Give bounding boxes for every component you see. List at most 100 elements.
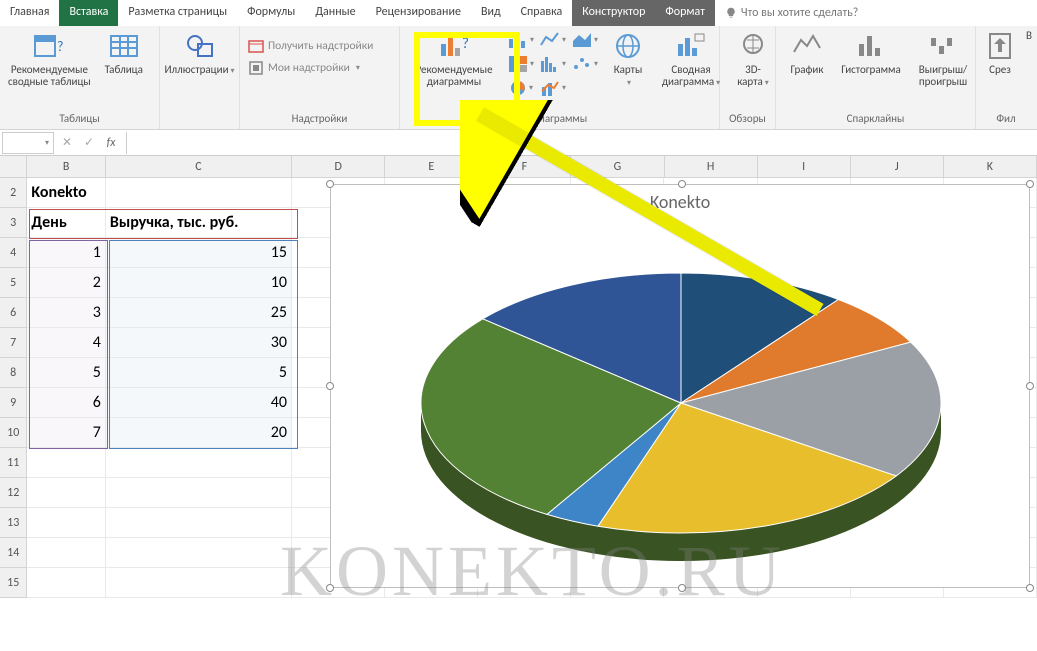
col-chart-icon xyxy=(508,31,528,49)
cell-B3[interactable]: День xyxy=(27,208,105,238)
tab-format[interactable]: Формат xyxy=(655,0,714,26)
row-header-15[interactable]: 15 xyxy=(0,568,27,598)
cell-B14[interactable] xyxy=(27,538,105,568)
col-header-J[interactable]: J xyxy=(851,156,944,177)
illustrations-button[interactable]: Иллюстрации▾ xyxy=(166,28,233,78)
recommended-pivot-button[interactable]: ? Рекомендуемыесводные таблицы xyxy=(6,28,93,90)
formula-bar: ▾ ✕ ✓ fx xyxy=(0,130,1037,156)
timeline-button[interactable]: В xyxy=(1022,28,1036,44)
table-button[interactable]: Таблица xyxy=(97,28,151,78)
cell-C4[interactable]: 15 xyxy=(106,238,292,268)
sparkline-column-button[interactable]: Гистограмма xyxy=(836,28,906,78)
tab-help[interactable]: Справка xyxy=(511,0,573,26)
col-header-D[interactable]: D xyxy=(292,156,385,177)
fx-button[interactable]: fx xyxy=(100,136,122,150)
cell-C13[interactable] xyxy=(106,508,292,538)
tab-view[interactable]: Вид xyxy=(471,0,511,26)
tab-review[interactable]: Рецензирование xyxy=(366,0,471,26)
col-header-C[interactable]: C xyxy=(106,156,292,177)
chart-title[interactable]: Konekto xyxy=(331,185,1029,213)
cell-C10[interactable]: 20 xyxy=(106,418,292,448)
pivot-chart-button[interactable]: Своднаядиаграмма▾ xyxy=(656,28,726,90)
row-header-6[interactable]: 6 xyxy=(0,298,27,328)
col-header-G[interactable]: G xyxy=(571,156,664,177)
cell-B8[interactable]: 5 xyxy=(27,358,105,388)
tab-page-layout[interactable]: Разметка страницы xyxy=(118,0,237,26)
recommended-charts-button[interactable]: ? Рекомендуемыедиаграммы xyxy=(406,28,502,90)
select-all-corner[interactable] xyxy=(0,156,27,177)
cell-C7[interactable]: 30 xyxy=(106,328,292,358)
col-header-I[interactable]: I xyxy=(758,156,851,177)
cell-C3[interactable]: Выручка, тыс. руб. xyxy=(106,208,292,238)
cell-C8[interactable]: 5 xyxy=(106,358,292,388)
group-addins: Получить надстройки Мои надстройки▾ Надс… xyxy=(240,26,400,129)
row-header-2[interactable]: 2 xyxy=(0,178,27,208)
col-header-F[interactable]: F xyxy=(478,156,571,177)
cell-B12[interactable] xyxy=(27,478,105,508)
col-header-H[interactable]: H xyxy=(665,156,758,177)
chart-scatter-button[interactable]: ▾ xyxy=(570,52,600,76)
row-header-3[interactable]: 3 xyxy=(0,208,27,238)
row-header-8[interactable]: 8 xyxy=(0,358,27,388)
chart-statistic-button[interactable]: ▾ xyxy=(538,52,568,76)
row-header-14[interactable]: 14 xyxy=(0,538,27,568)
cell-B10[interactable]: 7 xyxy=(27,418,105,448)
row-header-7[interactable]: 7 xyxy=(0,328,27,358)
group-illustrations: Иллюстрации▾ xyxy=(160,26,240,129)
cell-B2[interactable]: Konekto xyxy=(27,178,105,208)
cell-C6[interactable]: 25 xyxy=(106,298,292,328)
sparkline-winloss-button[interactable]: Выигрыш/проигрыш xyxy=(910,28,976,90)
row-header-9[interactable]: 9 xyxy=(0,388,27,418)
cell-C9[interactable]: 40 xyxy=(106,388,292,418)
cell-B13[interactable] xyxy=(27,508,105,538)
tab-design[interactable]: Конструктор xyxy=(572,0,655,26)
row-header-12[interactable]: 12 xyxy=(0,478,27,508)
cancel-formula-button[interactable]: ✕ xyxy=(56,135,78,150)
cell-C11[interactable] xyxy=(106,448,292,478)
chart-pie-button[interactable]: ▾ xyxy=(506,76,536,100)
col-header-K[interactable]: K xyxy=(944,156,1037,177)
row-header-11[interactable]: 11 xyxy=(0,448,27,478)
tab-insert[interactable]: Вставка xyxy=(59,0,118,26)
tab-formulas[interactable]: Формулы xyxy=(237,0,305,26)
tell-me[interactable]: Что вы хотите сделать? xyxy=(715,0,868,26)
group-sparklines: График Гистограмма Выигрыш/проигрыш Спар… xyxy=(776,26,976,129)
cell-B5[interactable]: 2 xyxy=(27,268,105,298)
group-label-charts: Диаграммы xyxy=(406,110,713,129)
3d-map-button[interactable]: 3D-карта▾ xyxy=(726,28,780,90)
row-header-10[interactable]: 10 xyxy=(0,418,27,448)
chart-area-button[interactable]: ▾ xyxy=(570,28,600,52)
maps-button[interactable]: Карты▾ xyxy=(604,28,652,90)
row-header-13[interactable]: 13 xyxy=(0,508,27,538)
chart-object[interactable]: Konekto xyxy=(330,184,1030,588)
cell-C12[interactable] xyxy=(106,478,292,508)
cell-C15[interactable] xyxy=(106,568,292,598)
cell-B11[interactable] xyxy=(27,448,105,478)
chart-column-button[interactable]: ▾ xyxy=(506,28,536,52)
chart-hierarchy-button[interactable]: ▾ xyxy=(506,52,536,76)
sparkline-line-button[interactable]: График xyxy=(782,28,832,78)
cell-B9[interactable]: 6 xyxy=(27,388,105,418)
cell-B4[interactable]: 1 xyxy=(27,238,105,268)
enter-formula-button[interactable]: ✓ xyxy=(78,135,100,150)
tab-home[interactable]: Главная xyxy=(0,0,59,26)
slicer-button[interactable]: Срез xyxy=(982,28,1018,78)
chart-line-button[interactable]: ▾ xyxy=(538,28,568,52)
formula-input[interactable] xyxy=(126,132,1037,154)
cell-B6[interactable]: 3 xyxy=(27,298,105,328)
cell-B15[interactable] xyxy=(27,568,105,598)
name-box[interactable]: ▾ xyxy=(2,132,54,154)
col-header-B[interactable]: B xyxy=(27,156,105,177)
tab-data[interactable]: Данные xyxy=(305,0,365,26)
col-header-E[interactable]: E xyxy=(385,156,478,177)
cell-C14[interactable] xyxy=(106,538,292,568)
cell-C2[interactable] xyxy=(106,178,292,208)
row-header-5[interactable]: 5 xyxy=(0,268,27,298)
cell-C5[interactable]: 10 xyxy=(106,268,292,298)
row-header-4[interactable]: 4 xyxy=(0,238,27,268)
chart-combo-button[interactable]: ▾ xyxy=(538,76,568,100)
3d-map-icon xyxy=(737,30,769,62)
cell-B7[interactable]: 4 xyxy=(27,328,105,358)
my-addins-button[interactable]: Мои надстройки▾ xyxy=(246,58,375,78)
get-addins-button[interactable]: Получить надстройки xyxy=(246,36,375,56)
